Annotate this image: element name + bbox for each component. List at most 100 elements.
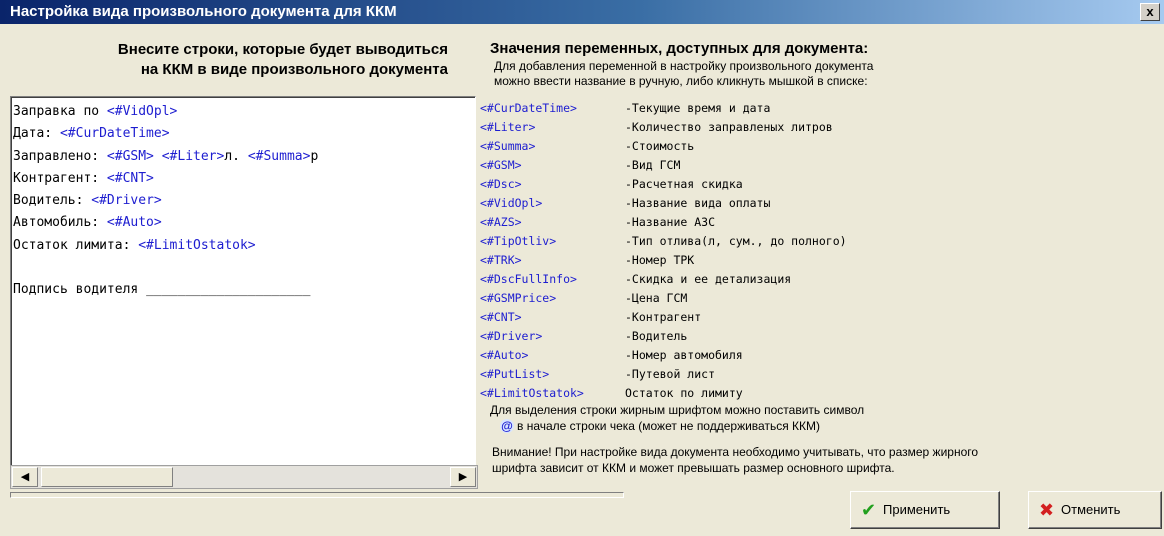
editor-variable: <#VidOpl>	[106, 104, 178, 119]
editor-line: Заправка по <#VidOpl>	[13, 101, 318, 123]
editor-text: Заправлено:	[13, 148, 107, 164]
variable-description: -Название АЗС	[625, 215, 716, 229]
variable-name: <#GSMPrice>	[480, 291, 557, 305]
editor-variable: <#GSM> <#Liter>	[106, 148, 225, 164]
variable-item[interactable]: <#VidOpl> -Название вида оплаты	[480, 194, 847, 213]
editor-text: _____________________	[146, 282, 311, 298]
variables-hint-line1: Для добавления переменной в настройку пр…	[494, 59, 874, 73]
left-heading-line1: Внесите строки, которые будет выводиться	[117, 41, 448, 58]
variables-list: <#CurDateTime> -Текущие время и дата <#Lit…	[480, 99, 847, 403]
editor-variable: <#Summa>	[247, 148, 311, 164]
editor-line: Подпись водителя _____________________	[13, 279, 318, 301]
editor-text: Дата:	[13, 126, 60, 142]
variable-description: -Номер автомобиля	[625, 348, 743, 362]
variable-name: <#Auto>	[480, 348, 529, 362]
variable-name: <#PutList>	[480, 367, 550, 381]
cancel-button-label: Отменить	[1061, 502, 1121, 517]
variable-name: <#Dsc>	[480, 177, 522, 191]
apply-button-label: Применить	[883, 502, 951, 517]
editor-variable: <#CurDateTime>	[59, 126, 170, 142]
variable-item[interactable]: <#TRK> -Номер ТРК	[480, 251, 847, 270]
editor-line: Контрагент: <#CNT>	[13, 168, 318, 190]
variable-description: Остаток по лимиту	[625, 386, 743, 400]
variable-item[interactable]: <#TipOtliv> -Тип отлива(л, сум., до полно…	[480, 232, 847, 251]
editor-line: Водитель: <#Driver>	[13, 190, 318, 212]
variable-description: -Путевой лист	[625, 367, 716, 381]
variable-item[interactable]: <#Liter> -Количество заправленых литров	[480, 118, 847, 137]
cross-icon: ✖	[1039, 500, 1055, 520]
bold-hint-line1: Для выделения строки жирным шрифтом можн…	[490, 403, 865, 417]
bold-hint-line2: в начале строки чека (может не поддержив…	[517, 419, 821, 433]
variable-name: <#Liter>	[480, 120, 536, 134]
editor-line: Автомобиль: <#Auto>	[13, 212, 318, 234]
variable-item[interactable]: <#Auto> -Номер автомобиля	[480, 346, 847, 365]
at-symbol-icon: @	[500, 419, 514, 433]
left-heading: Внесите строки, которые будет выводиться…	[12, 40, 448, 80]
variable-item[interactable]: <#PutList> -Путевой лист	[480, 365, 847, 384]
apply-button[interactable]: ✔ Применить	[850, 491, 1000, 529]
warning-note: Внимание! При настройке вида документа н…	[492, 444, 1152, 476]
checkmark-icon: ✔	[861, 500, 877, 520]
variable-item[interactable]: <#GSMPrice> -Цена ГСМ	[480, 289, 847, 308]
variable-description: -Скидка и ее детализация	[625, 272, 792, 286]
variable-name: <#CurDateTime>	[480, 101, 577, 115]
left-heading-line2: на ККМ в виде произвольного документа	[140, 61, 448, 78]
variable-name: <#GSM>	[480, 158, 522, 172]
separator-bar	[10, 492, 624, 498]
variable-item[interactable]: <#Driver> -Водитель	[480, 327, 847, 346]
warning-line1: Внимание! При настройке вида документа н…	[492, 445, 979, 459]
scroll-left-button[interactable]: ◀	[12, 467, 38, 487]
editor-text: Водитель:	[13, 193, 92, 209]
variable-item[interactable]: <#DscFullInfo> -Скидка и ее детализация	[480, 270, 847, 289]
variable-description: -Тип отлива(л, сум., до полного)	[625, 234, 847, 248]
variable-name: <#VidOpl>	[480, 196, 543, 210]
variable-name: <#Summa>	[480, 139, 536, 153]
variable-item[interactable]: <#CurDateTime> -Текущие время и дата	[480, 99, 847, 118]
variables-hint-line2: можно ввести название в ручную, либо кли…	[494, 74, 868, 88]
variable-description: -Расчетная скидка	[625, 177, 743, 191]
scroll-right-button[interactable]: ▶	[450, 467, 476, 487]
variables-hint: Для добавления переменной в настройку пр…	[494, 59, 873, 89]
variable-name: <#CNT>	[480, 310, 522, 324]
editor-text: Остаток лимита:	[13, 237, 139, 253]
variable-description: -Цена ГСМ	[625, 291, 688, 305]
cancel-button[interactable]: ✖ Отменить	[1028, 491, 1162, 529]
dialog-body: Внесите строки, которые будет выводиться…	[0, 24, 1164, 536]
variable-item[interactable]: <#Summa> -Стоимость	[480, 137, 847, 156]
variable-description: -Вид ГСМ	[625, 158, 681, 172]
variable-description: -Название вида оплаты	[625, 196, 771, 210]
editor-text: Контрагент:	[13, 170, 107, 186]
variable-name: <#DscFullInfo>	[480, 272, 577, 286]
warning-line2: шрифта зависит от ККМ и может превышать …	[492, 461, 895, 475]
editor-text: Автомобиль:	[13, 215, 107, 231]
variable-item[interactable]: <#Dsc> -Расчетная скидка	[480, 175, 847, 194]
variable-item[interactable]: <#GSM> -Вид ГСМ	[480, 156, 847, 175]
variable-description: -Номер ТРК	[625, 253, 695, 267]
variables-heading: Значения переменных, доступных для докум…	[490, 40, 869, 57]
editor-text: р	[310, 148, 319, 164]
editor-lines: Заправка по <#VidOpl> Дата: <#CurDateTime…	[13, 101, 318, 302]
editor-variable: <#LimitOstatok>	[138, 237, 256, 253]
editor-variable: <#CNT>	[106, 170, 154, 186]
variable-item[interactable]: <#AZS> -Название АЗС	[480, 213, 847, 232]
editor-horizontal-scrollbar[interactable]: ◀ ▶	[10, 465, 478, 489]
scroll-thumb[interactable]	[41, 467, 173, 487]
close-button[interactable]: x	[1140, 3, 1160, 21]
document-template-editor[interactable]: Заправка по <#VidOpl> Дата: <#CurDateTime…	[10, 96, 476, 466]
editor-variable: <#Auto>	[106, 215, 162, 231]
variable-name: <#AZS>	[480, 215, 522, 229]
bold-hint: Для выделения строки жирным шрифтом можн…	[490, 402, 970, 434]
editor-text: Подпись водителя	[13, 282, 147, 298]
variable-description: -Контрагент	[625, 310, 702, 324]
variable-name: <#TRK>	[480, 253, 522, 267]
variable-name: <#Driver>	[480, 329, 543, 343]
variable-item[interactable]: <#CNT> -Контрагент	[480, 308, 847, 327]
editor-text: Заправка по	[13, 104, 107, 119]
variable-item[interactable]: <#LimitOstatok> Остаток по лимиту	[480, 384, 847, 403]
variable-description: -Текущие время и дата	[625, 101, 771, 115]
variable-description: -Количество заправленых литров	[625, 120, 833, 134]
editor-variable: <#Driver>	[91, 193, 162, 209]
editor-text: л.	[224, 148, 248, 164]
variable-name: <#TipOtliv>	[480, 234, 557, 248]
